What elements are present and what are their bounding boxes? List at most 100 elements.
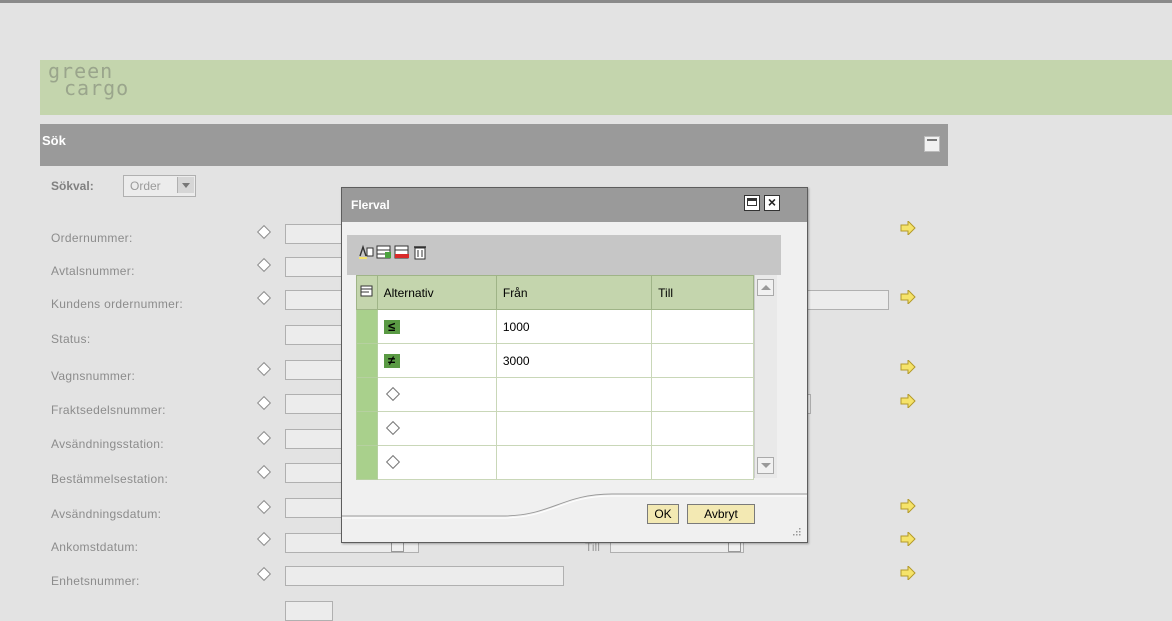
row-selector[interactable] — [356, 377, 378, 412]
search-panel-header: Sök — [40, 124, 948, 166]
field-label-enhetsnummer: Enhetsnummer: — [51, 574, 140, 588]
row-selector[interactable] — [356, 411, 378, 446]
field-label-bestammelsestation: Bestämmelsestation: — [51, 472, 169, 486]
column-header-alternativ[interactable]: Alternativ — [376, 275, 497, 310]
till-cell[interactable] — [651, 411, 754, 446]
multiselect-diamond-icon[interactable] — [256, 531, 272, 547]
top-border — [0, 0, 1172, 3]
till-cell[interactable] — [651, 377, 754, 412]
till-cell[interactable] — [651, 309, 754, 344]
multiselect-diamond-icon[interactable] — [256, 566, 272, 582]
field-label-kundens-ordernummer: Kundens ordernummer: — [51, 297, 184, 311]
dialog-title: Flerval — [351, 198, 390, 212]
operator-cell[interactable] — [376, 411, 497, 446]
field-label-fraktsedelsnummer: Fraktsedelsnummer: — [51, 403, 166, 417]
fran-cell[interactable] — [495, 411, 653, 446]
operator-cell[interactable] — [376, 445, 497, 480]
vertical-scrollbar[interactable] — [754, 275, 777, 478]
avsandningsstation-input[interactable] — [285, 429, 343, 449]
select-all-icon[interactable] — [358, 244, 374, 260]
multiselect-diamond-icon[interactable] — [256, 395, 272, 411]
table-settings-header[interactable] — [356, 275, 378, 310]
panel-title: Sök — [42, 133, 66, 148]
arrow-right-icon[interactable] — [900, 290, 916, 304]
arrow-right-icon[interactable] — [900, 566, 916, 580]
cancel-button[interactable]: Avbryt — [687, 504, 755, 524]
status-input[interactable] — [285, 325, 343, 345]
table-row[interactable] — [356, 377, 754, 412]
field-label-vagnsnummer: Vagnsnummer: — [51, 369, 136, 383]
fran-cell[interactable] — [495, 377, 653, 412]
green-cargo-logo: green cargo — [48, 61, 129, 98]
row-selector[interactable] — [356, 343, 378, 378]
ok-button[interactable]: OK — [647, 504, 679, 524]
maximize-button[interactable] — [744, 195, 760, 211]
bottom-dropdown[interactable] — [285, 601, 333, 621]
diamond-icon[interactable] — [385, 386, 400, 401]
arrow-right-icon[interactable] — [900, 532, 916, 546]
ordernummer-input[interactable] — [285, 224, 343, 244]
multiselect-diamond-icon[interactable] — [256, 290, 272, 306]
multiselect-diamond-icon[interactable] — [256, 499, 272, 515]
multiselect-diamond-icon[interactable] — [256, 464, 272, 480]
delete-row-icon[interactable] — [394, 244, 410, 260]
diamond-icon[interactable] — [385, 420, 400, 435]
multiselect-diamond-icon[interactable] — [256, 430, 272, 446]
arrow-right-icon[interactable] — [900, 394, 916, 408]
scroll-down-button[interactable] — [757, 457, 774, 474]
chevron-down-icon[interactable] — [177, 177, 194, 193]
table-row[interactable]: ≤ 1000 — [356, 309, 754, 344]
sokval-label: Sökval: — [51, 179, 94, 193]
operator-cell[interactable]: ≤ — [376, 309, 497, 344]
calendar-icon[interactable] — [728, 542, 741, 552]
fran-cell[interactable]: 1000 — [495, 309, 653, 344]
multiselect-diamond-icon[interactable] — [256, 361, 272, 377]
field-label-avtalsnummer: Avtalsnummer: — [51, 264, 135, 278]
dialog-titlebar: Flerval × — [342, 188, 807, 222]
resize-grip-icon[interactable] — [789, 526, 801, 538]
column-header-till[interactable]: Till — [651, 275, 754, 310]
table-row[interactable] — [356, 411, 754, 446]
fraktsedelsnummer-input[interactable] — [285, 394, 343, 414]
brand-banner: green cargo — [40, 60, 1172, 115]
bestammelsestation-input[interactable] — [285, 463, 343, 483]
not-equal-operator-icon[interactable]: ≠ — [383, 353, 400, 368]
calendar-icon[interactable] — [391, 542, 404, 552]
fran-cell[interactable]: 3000 — [495, 343, 653, 378]
till-cell[interactable] — [651, 343, 754, 378]
field-label-ordernummer: Ordernummer: — [51, 231, 133, 245]
less-equal-operator-icon[interactable]: ≤ — [383, 319, 400, 334]
multiselect-diamond-icon[interactable] — [256, 224, 272, 240]
field-label-avsandningsdatum: Avsändningsdatum: — [51, 507, 162, 521]
till-cell[interactable] — [651, 445, 754, 480]
arrow-right-icon[interactable] — [900, 499, 916, 513]
avtalsnummer-input[interactable] — [285, 257, 343, 277]
dialog-toolbar — [347, 235, 781, 275]
arrow-right-icon[interactable] — [900, 360, 916, 374]
fran-cell[interactable] — [495, 445, 653, 480]
kundens-ordernummer-input-ext[interactable] — [806, 290, 889, 310]
collapse-panel-button[interactable] — [924, 136, 940, 152]
diamond-icon[interactable] — [385, 454, 400, 469]
row-selector[interactable] — [356, 445, 378, 480]
table-row[interactable]: ≠ 3000 — [356, 343, 754, 378]
avsandningsdatum-input[interactable] — [285, 498, 343, 518]
sokval-dropdown[interactable]: Order — [123, 175, 196, 197]
table-row[interactable] — [356, 445, 754, 480]
table-settings-icon[interactable] — [360, 285, 374, 297]
field-label-status: Status: — [51, 332, 91, 346]
enhetsnummer-input[interactable] — [285, 566, 564, 586]
kundens-ordernummer-input[interactable] — [285, 290, 343, 310]
column-header-fran[interactable]: Från — [495, 275, 653, 310]
operator-cell[interactable]: ≠ — [376, 343, 497, 378]
vagnsnummer-input[interactable] — [285, 360, 343, 380]
arrow-right-icon[interactable] — [900, 221, 916, 235]
scroll-up-button[interactable] — [757, 279, 774, 296]
insert-row-icon[interactable] — [376, 244, 392, 260]
multiselect-diamond-icon[interactable] — [256, 257, 272, 273]
close-button[interactable]: × — [764, 195, 780, 211]
row-selector[interactable] — [356, 309, 378, 344]
operator-cell[interactable] — [376, 377, 497, 412]
trash-icon[interactable] — [412, 244, 428, 260]
sokval-value: Order — [130, 179, 161, 193]
